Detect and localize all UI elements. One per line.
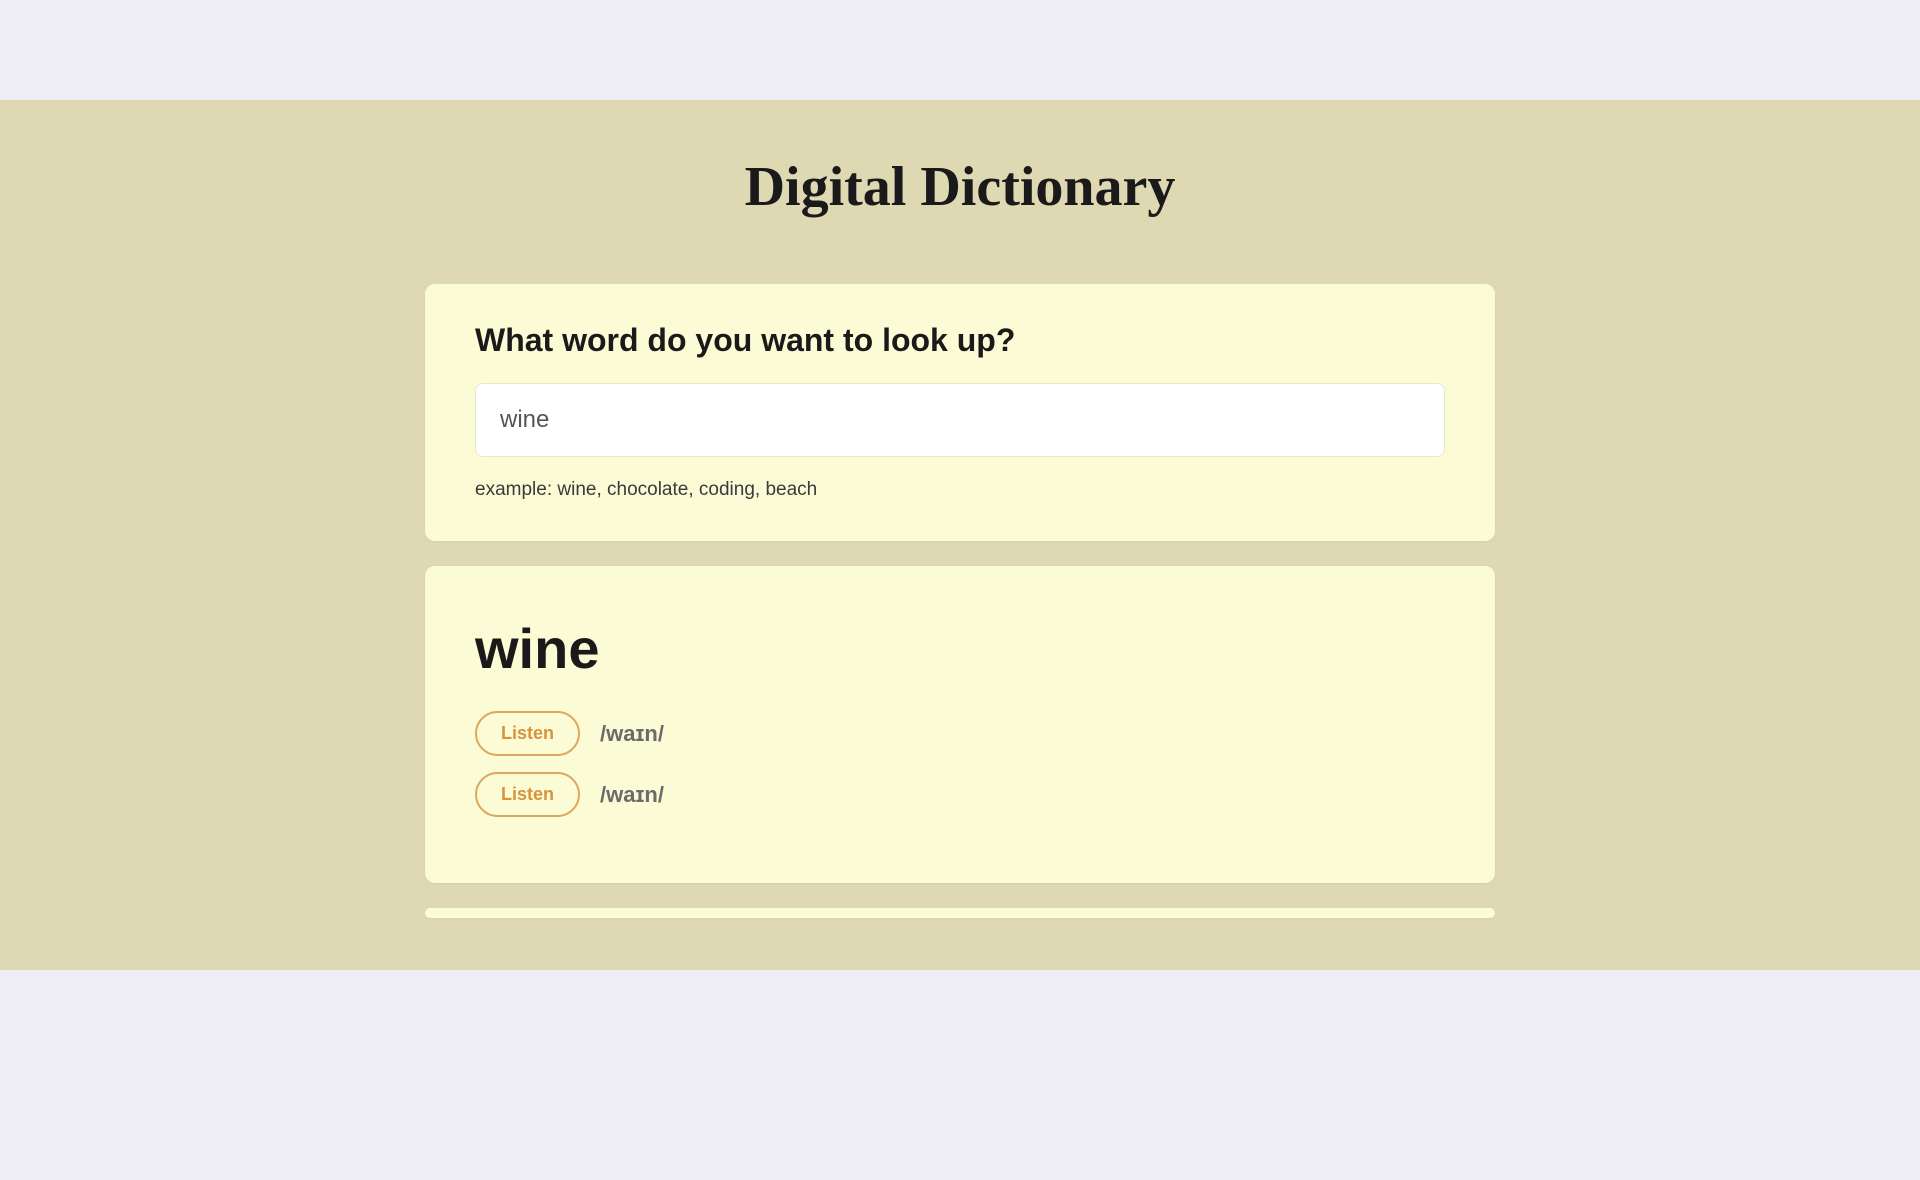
listen-button[interactable]: Listen (475, 772, 580, 817)
search-prompt: What word do you want to look up? (475, 322, 1445, 359)
result-word: wine (475, 616, 1445, 681)
pronunciation-row: Listen /waɪn/ (475, 772, 1445, 817)
search-input[interactable] (475, 383, 1445, 457)
listen-button[interactable]: Listen (475, 711, 580, 756)
phonetic-text: /waɪn/ (600, 782, 664, 808)
content-area: Digital Dictionary What word do you want… (0, 100, 1920, 970)
example-hint: example: wine, chocolate, coding, beach (475, 479, 1445, 501)
result-card: wine Listen /waɪn/ Listen /waɪn/ (425, 566, 1495, 883)
search-card: What word do you want to look up? exampl… (425, 284, 1495, 541)
phonetic-text: /waɪn/ (600, 721, 664, 747)
page-title: Digital Dictionary (0, 155, 1920, 219)
pronunciation-row: Listen /waɪn/ (475, 711, 1445, 756)
next-card-peek (425, 908, 1495, 918)
